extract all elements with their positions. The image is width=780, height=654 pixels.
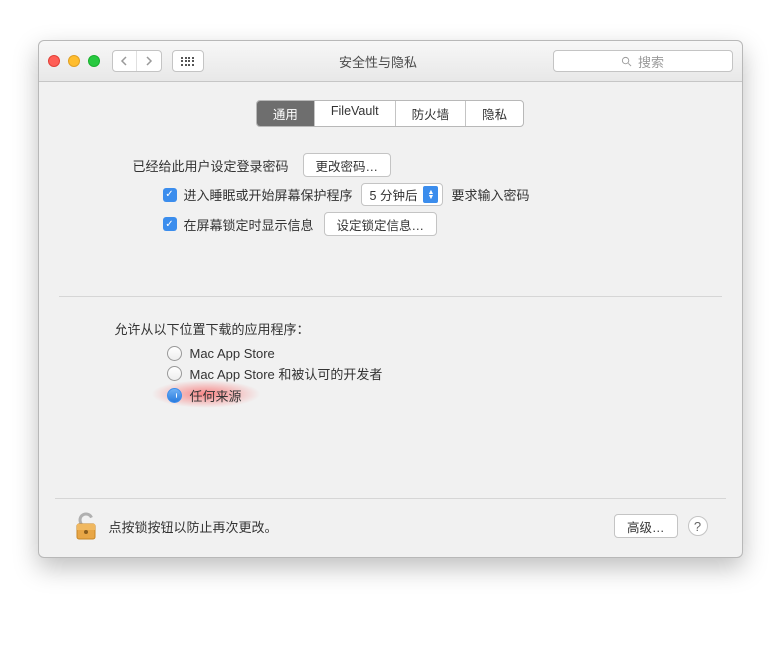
tab-group: 通用 FileVault 防火墙 隐私 bbox=[55, 100, 726, 127]
advanced-button[interactable]: 高级… bbox=[614, 514, 678, 538]
radio-identified-developers[interactable] bbox=[167, 366, 182, 381]
sleep-checkbox[interactable]: ✓ bbox=[163, 188, 177, 202]
nav-group bbox=[112, 50, 204, 72]
divider bbox=[59, 296, 722, 297]
lock-message-checkbox[interactable]: ✓ bbox=[163, 217, 177, 231]
back-button[interactable] bbox=[113, 51, 137, 71]
zoom-button[interactable] bbox=[88, 55, 100, 67]
search-field[interactable]: 搜索 bbox=[553, 50, 733, 72]
search-placeholder: 搜索 bbox=[638, 52, 664, 71]
sleep-suffix-label: 要求输入密码 bbox=[451, 185, 529, 204]
lock-icon[interactable] bbox=[73, 511, 99, 541]
sleep-delay-select[interactable]: 5 分钟后 ▲▼ bbox=[361, 183, 444, 206]
help-button[interactable]: ? bbox=[688, 516, 708, 536]
preferences-window: 安全性与隐私 搜索 通用 FileVault 防火墙 隐私 已经给此用户设定登录… bbox=[38, 40, 743, 558]
minimize-button[interactable] bbox=[68, 55, 80, 67]
back-forward bbox=[112, 50, 162, 72]
radio-anywhere[interactable] bbox=[167, 388, 182, 403]
traffic-lights bbox=[48, 55, 100, 67]
content-area: 通用 FileVault 防火墙 隐私 已经给此用户设定登录密码 更改密码… ✓… bbox=[39, 82, 742, 557]
toolbar: 安全性与隐私 搜索 bbox=[39, 41, 742, 82]
general-panel: 已经给此用户设定登录密码 更改密码… ✓ 进入睡眠或开始屏幕保护程序 5 分钟后… bbox=[55, 153, 726, 418]
tab-firewall[interactable]: 防火墙 bbox=[396, 101, 467, 126]
forward-button[interactable] bbox=[137, 51, 161, 71]
close-button[interactable] bbox=[48, 55, 60, 67]
bottom-bar: 点按锁按钮以防止再次更改。 高级… ? bbox=[55, 498, 726, 557]
lock-message-checkbox-label: 在屏幕锁定时显示信息 bbox=[184, 215, 314, 234]
radio-label-identified: Mac App Store 和被认可的开发者 bbox=[190, 364, 383, 383]
password-set-label: 已经给此用户设定登录密码 bbox=[133, 156, 289, 175]
allow-apps-label: 允许从以下位置下载的应用程序： bbox=[115, 319, 722, 338]
window-title: 安全性与隐私 bbox=[204, 52, 553, 71]
select-caret-icon: ▲▼ bbox=[423, 186, 438, 203]
radio-label-app-store: Mac App Store bbox=[190, 346, 275, 361]
radio-app-store[interactable] bbox=[167, 346, 182, 361]
show-all-button[interactable] bbox=[172, 50, 204, 72]
search-icon bbox=[621, 56, 632, 67]
change-password-button[interactable]: 更改密码… bbox=[303, 153, 392, 177]
tab-privacy[interactable]: 隐私 bbox=[466, 101, 523, 126]
lock-text: 点按锁按钮以防止再次更改。 bbox=[109, 517, 278, 536]
tab-filevault[interactable]: FileVault bbox=[315, 101, 396, 126]
tab-general[interactable]: 通用 bbox=[257, 101, 315, 126]
sleep-checkbox-label: 进入睡眠或开始屏幕保护程序 bbox=[184, 185, 353, 204]
set-lock-message-button[interactable]: 设定锁定信息… bbox=[324, 212, 438, 236]
allow-apps-radio-group: Mac App Store Mac App Store 和被认可的开发者 任何来… bbox=[167, 346, 722, 405]
radio-label-anywhere: 任何来源 bbox=[190, 386, 242, 405]
